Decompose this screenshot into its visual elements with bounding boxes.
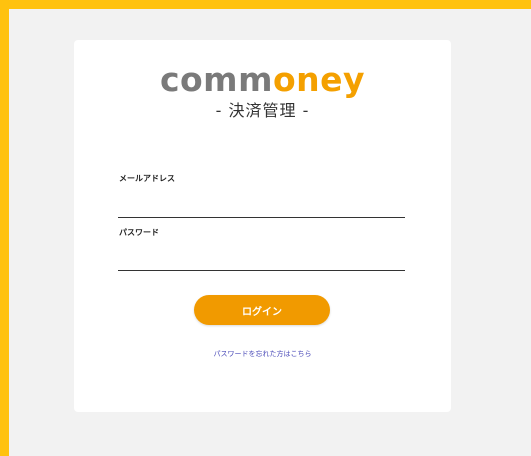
left-accent-bar [0,0,9,456]
logo-part-gray: comm [159,60,273,99]
password-field[interactable] [118,247,405,271]
password-label: パスワード [119,228,159,237]
login-card: commoney - 決済管理 - メールアドレス パスワード ログイン パスワ… [74,40,451,412]
top-accent-bar [0,0,531,9]
login-button[interactable]: ログイン [194,295,330,325]
email-label: メールアドレス [119,174,175,183]
page-subtitle: - 決済管理 - [215,101,310,120]
commoney-logo: commoney [74,60,451,100]
forgot-password-link[interactable]: パスワードを忘れた方はこちら [74,349,451,359]
logo-part-orange: oney [272,60,366,99]
email-field[interactable] [118,194,405,218]
